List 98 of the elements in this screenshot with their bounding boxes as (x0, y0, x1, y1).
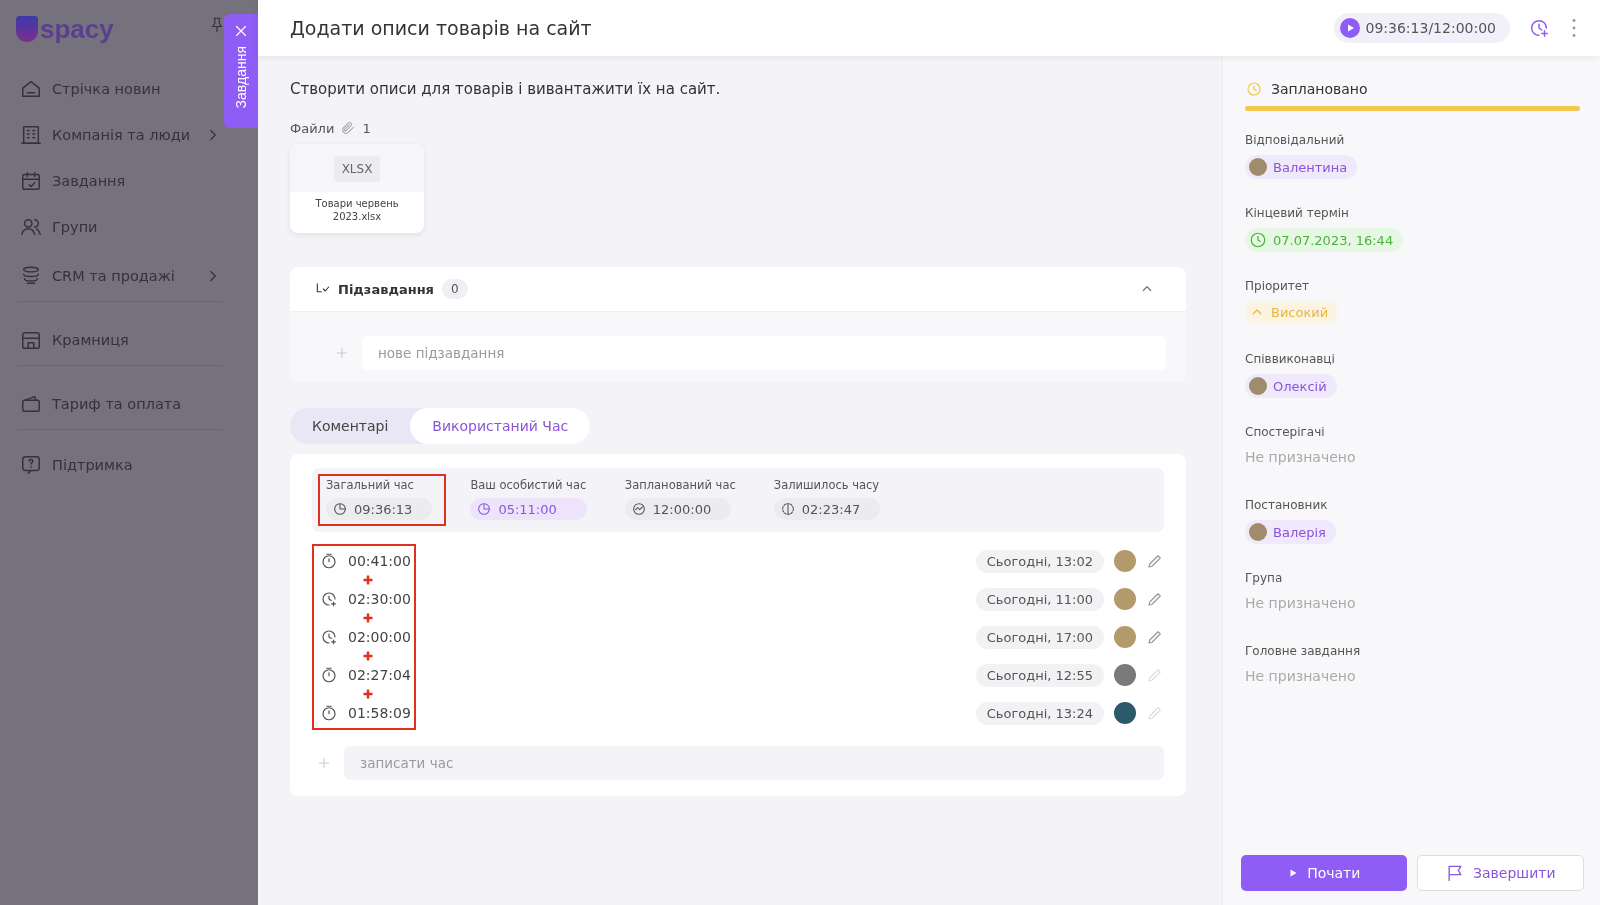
subtasks-title: Підзавдання (338, 281, 434, 297)
entry-date: Сьогодні, 17:00 (975, 625, 1104, 649)
clock-plus-icon (320, 590, 338, 608)
stat-label: Загальний час (326, 478, 415, 492)
plus-icon (334, 345, 350, 361)
plus-icon (316, 755, 332, 771)
stat-label: Ваш особистий час (470, 478, 587, 492)
nav-item[interactable]: CRM та продажі (18, 250, 222, 302)
person-chip[interactable]: Валентина (1245, 155, 1358, 179)
tab[interactable]: Коментарі (290, 408, 411, 444)
duration: 01:58:09 (348, 705, 412, 721)
new-subtask-field[interactable]: нове підзавдання (362, 336, 1166, 370)
entry-date: Сьогодні, 12:55 (975, 663, 1104, 687)
finish-button[interactable]: Завершити (1416, 855, 1584, 891)
field-label: Група (1245, 571, 1284, 585)
avatar (1114, 626, 1136, 648)
nav-item[interactable]: Групи (18, 204, 222, 250)
stat-value: 02:23:47 (773, 498, 881, 520)
stat-label: Залишилось часу (773, 478, 881, 492)
start-button[interactable]: Почати (1241, 855, 1407, 891)
person-chip[interactable]: Валерія (1245, 520, 1336, 544)
field-label: Відповідальний (1245, 133, 1346, 147)
duration: 02:30:00 (348, 591, 412, 607)
edit-button[interactable] (1146, 552, 1164, 570)
clock-plus-icon (1528, 17, 1550, 39)
avatar (1114, 664, 1136, 686)
paperclip-icon (340, 120, 357, 136)
files-count: 1 (362, 120, 371, 136)
stopwatch-icon (320, 704, 338, 722)
entry-date: Сьогодні, 13:24 (975, 701, 1104, 725)
pencil-icon (1146, 552, 1164, 570)
duration: 02:00:00 (348, 629, 412, 645)
entry-date: Сьогодні, 13:02 (975, 549, 1104, 573)
field-label: Кінцевий термін (1245, 206, 1350, 220)
field-label: Співвиконавці (1245, 352, 1336, 366)
file-card[interactable]: XLSX Товари червень 2023.xlsx (290, 144, 424, 233)
edit-button[interactable] (1146, 704, 1164, 722)
pencil-icon (1146, 704, 1164, 722)
edit-button[interactable] (1146, 628, 1164, 646)
edit-button[interactable] (1146, 666, 1164, 684)
tab[interactable]: Використаний Час (410, 408, 591, 444)
avatar (1249, 158, 1267, 176)
task-title: Додати описи товарів на сайт (290, 17, 593, 39)
pencil-icon (1146, 590, 1164, 608)
more-icon (1572, 19, 1576, 37)
files-label: Файли (290, 120, 335, 136)
calendar-icon (20, 170, 42, 192)
avatar (1114, 702, 1136, 724)
nav-item[interactable]: Підтримка (18, 442, 222, 488)
people-icon (20, 216, 42, 238)
stopwatch-icon (320, 666, 338, 684)
task-description: Створити описи для товарів і вивантажити їх на сайт. (290, 80, 722, 98)
nav-item[interactable]: Крамниця (18, 314, 222, 366)
deadline-chip[interactable]: 07.07.2023, 16:44 (1245, 228, 1404, 252)
stat-value: 09:36:13 (326, 498, 433, 520)
field-value: Не призначено (1245, 668, 1356, 684)
edit-button[interactable] (1146, 590, 1164, 608)
pencil-icon (1146, 628, 1164, 646)
nav-item[interactable]: Компанія та люди (18, 112, 222, 158)
home-icon (20, 78, 42, 100)
subtasks-count: 0 (442, 279, 468, 299)
field-label: Постановник (1245, 498, 1329, 512)
tasks-side-tab[interactable]: Завдання (224, 14, 258, 128)
nav-item[interactable]: Тариф та оплата (18, 378, 222, 430)
status-label: Заплановано (1271, 81, 1368, 97)
field-value: Не призначено (1245, 449, 1356, 465)
field-value: Не призначено (1245, 595, 1356, 611)
avatar (1249, 523, 1267, 541)
nav-item[interactable]: Завдання (18, 158, 222, 204)
clock-icon (1249, 231, 1267, 249)
building-icon (20, 124, 42, 146)
field-label: Спостерігачі (1245, 425, 1326, 439)
pie-chart-icon (476, 501, 493, 517)
timer-button[interactable]: 09:36:13/12:00:00 (1333, 13, 1510, 43)
nav-item[interactable]: Стрічка новин (18, 66, 222, 112)
field-label: Пріоритет (1245, 279, 1311, 293)
avatar (1249, 377, 1267, 395)
pencil-icon (1146, 666, 1164, 684)
stat-label: Запланований час (624, 478, 736, 492)
duration: 00:41:00 (348, 553, 412, 569)
clock-plus-icon (320, 628, 338, 646)
person-chip[interactable]: Олексій (1245, 374, 1337, 398)
clock-icon (1245, 80, 1263, 98)
log-time-field[interactable]: записати час (344, 746, 1164, 780)
help-icon (20, 454, 42, 476)
avatar (1114, 550, 1136, 572)
half-circle-icon (779, 501, 796, 517)
trend-icon (630, 501, 647, 517)
duration: 02:27:04 (348, 667, 412, 683)
stopwatch-icon (320, 552, 338, 570)
field-label: Головне завдання (1245, 644, 1362, 658)
pie-chart-icon (332, 501, 348, 517)
stat-value: 05:11:00 (470, 498, 587, 520)
avatar (1114, 588, 1136, 610)
entry-date: Сьогодні, 11:00 (975, 587, 1104, 611)
stat-value: 12:00:00 (624, 498, 732, 520)
logo-mark (16, 16, 38, 42)
database-icon (20, 264, 42, 287)
